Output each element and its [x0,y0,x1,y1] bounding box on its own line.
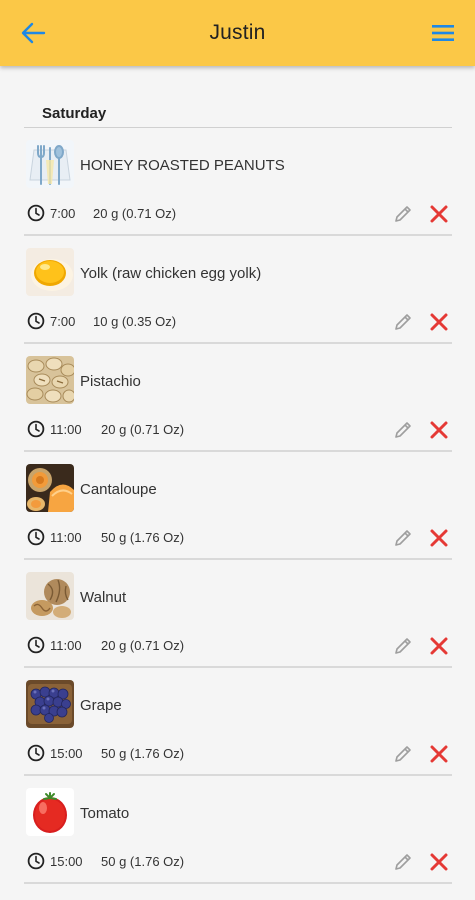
food-name: Grape [80,697,122,714]
food-entry[interactable]: Pistachio 11:00 20 g (0.71 Oz) [24,344,452,452]
cantaloupe-photo [26,464,74,512]
entry-time: 11:00 [50,638,82,653]
food-entry-list: HONEY ROASTED PEANUTS 7:00 20 g (0.71 Oz… [24,128,452,884]
entry-quantity: 20 g (0.71 Oz) [93,206,177,221]
close-x-icon[interactable] [428,635,450,657]
entry-quantity: 20 g (0.71 Oz) [101,422,185,437]
egg-yolk-photo [26,248,74,296]
hamburger-menu-icon[interactable] [430,22,456,44]
food-entry[interactable]: HONEY ROASTED PEANUTS 7:00 20 g (0.71 Oz… [24,128,452,236]
pencil-icon[interactable] [392,527,414,549]
entry-time: 11:00 [50,422,82,437]
pencil-icon[interactable] [392,851,414,873]
clock-icon [27,420,45,438]
page-title: Justin [209,21,266,44]
entry-time: 7:00 [50,206,76,221]
entry-time: 15:00 [50,854,83,869]
entry-quantity: 50 g (1.76 Oz) [101,854,185,869]
food-name: Cantaloupe [80,481,157,498]
food-entry[interactable]: Grape 15:00 50 g (1.76 Oz) [24,668,452,776]
app-bar: Justin [0,0,475,66]
close-x-icon[interactable] [428,743,450,765]
food-name: Walnut [80,589,127,606]
entry-time: 15:00 [50,746,83,761]
food-name: Yolk (raw chicken egg yolk) [80,265,262,282]
entry-time: 7:00 [50,314,76,329]
pencil-icon[interactable] [392,635,414,657]
food-entry[interactable]: Cantaloupe 11:00 50 g (1.76 Oz) [24,452,452,560]
cutlery-placeholder-icon [26,140,74,188]
food-entry[interactable]: Walnut 11:00 20 g (0.71 Oz) [24,560,452,668]
food-name: HONEY ROASTED PEANUTS [80,157,285,174]
entry-quantity: 10 g (0.35 Oz) [93,314,177,329]
walnut-photo [26,572,74,620]
close-x-icon[interactable] [428,527,450,549]
clock-icon [27,204,45,222]
back-arrow-icon[interactable] [20,21,46,45]
clock-icon [27,744,45,762]
close-x-icon[interactable] [428,203,450,225]
day-section-label: Saturday [42,105,107,122]
close-x-icon[interactable] [428,851,450,873]
close-x-icon[interactable] [428,311,450,333]
entry-time: 11:00 [50,530,82,545]
clock-icon [27,528,45,546]
entry-quantity: 50 g (1.76 Oz) [101,746,185,761]
food-entry[interactable]: Yolk (raw chicken egg yolk) 7:00 10 g (0… [24,236,452,344]
food-entry[interactable]: Tomato 15:00 50 g (1.76 Oz) [24,776,452,884]
clock-icon [27,852,45,870]
pencil-icon[interactable] [392,419,414,441]
food-name: Pistachio [80,373,141,390]
pencil-icon[interactable] [392,311,414,333]
pencil-icon[interactable] [392,743,414,765]
tomato-photo [26,788,74,836]
clock-icon [27,636,45,654]
entry-quantity: 50 g (1.76 Oz) [101,530,185,545]
grape-photo [26,680,74,728]
clock-icon [27,312,45,330]
pistachio-photo [26,356,74,404]
pencil-icon[interactable] [392,203,414,225]
food-name: Tomato [80,805,130,822]
entry-quantity: 20 g (0.71 Oz) [101,638,185,653]
close-x-icon[interactable] [428,419,450,441]
